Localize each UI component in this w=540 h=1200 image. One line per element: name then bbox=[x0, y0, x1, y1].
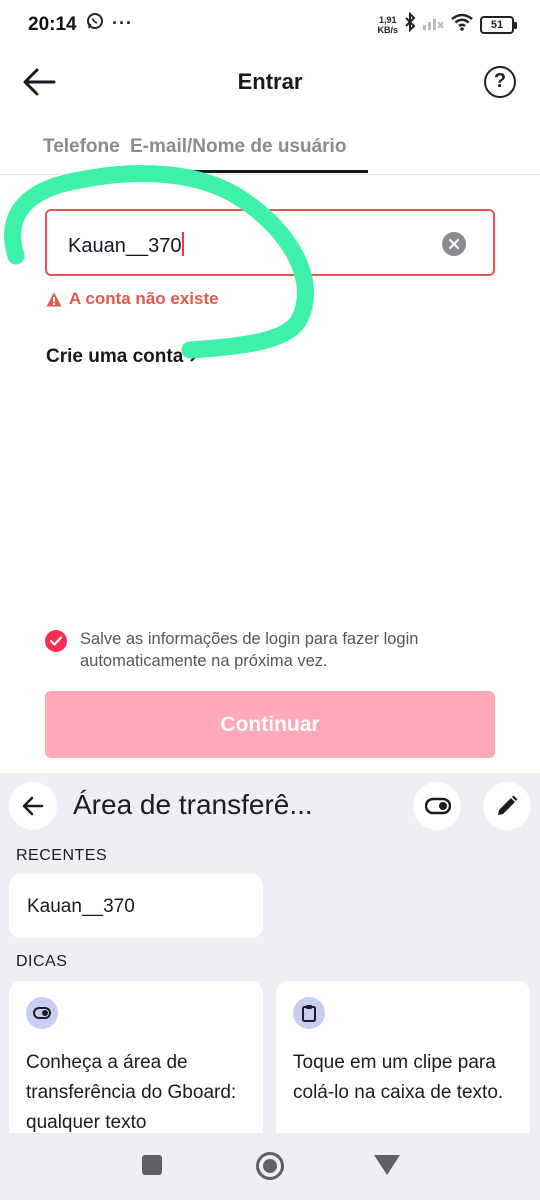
clear-input-button[interactable] bbox=[442, 232, 466, 256]
home-button[interactable] bbox=[256, 1152, 284, 1180]
tab-email-username[interactable]: E-mail/Nome de usuário bbox=[130, 136, 346, 158]
error-message: A conta não existe bbox=[46, 289, 219, 309]
error-text: A conta não existe bbox=[69, 289, 219, 308]
chevron-right-icon bbox=[189, 348, 199, 362]
username-value: Kauan__370 bbox=[68, 235, 182, 257]
clipboard-icon bbox=[302, 1005, 316, 1022]
clipboard-toggle-button[interactable] bbox=[413, 782, 461, 830]
text-caret bbox=[182, 232, 185, 256]
system-nav-bar bbox=[0, 1133, 540, 1200]
clipboard-title: Área de transferê... bbox=[73, 789, 313, 820]
keyboard-clipboard-panel: Área de transferê... RECENTES Kauan__370… bbox=[0, 773, 540, 1141]
check-icon bbox=[50, 636, 62, 646]
pencil-icon bbox=[498, 795, 518, 815]
battery-icon: 51 bbox=[480, 15, 517, 34]
clipboard-toolbar: Área de transferê... bbox=[0, 773, 540, 839]
whatsapp-icon bbox=[86, 12, 104, 35]
app-header: Entrar ? bbox=[0, 56, 540, 108]
close-icon bbox=[448, 238, 460, 250]
help-button[interactable]: ? bbox=[484, 66, 516, 98]
status-time: 20:14 bbox=[28, 14, 77, 35]
tip-card-clipboard-intro[interactable]: Conheça a área de transferência do Gboar… bbox=[9, 981, 263, 1141]
create-account-link[interactable]: Crie uma conta bbox=[46, 346, 199, 368]
tip-text: Toque em um clipe para colá-lo na caixa … bbox=[293, 1052, 504, 1103]
back-triangle-button[interactable] bbox=[374, 1155, 400, 1175]
login-method-tabs: Telefone E-mail/Nome de usuário bbox=[0, 128, 540, 175]
warning-icon bbox=[46, 292, 62, 306]
more-notifications: ··· bbox=[112, 13, 133, 33]
save-login-text: Salve as informações de login para fazer… bbox=[80, 630, 419, 670]
network-speed: 1,91 KB/s bbox=[377, 14, 398, 35]
wifi-icon bbox=[450, 13, 474, 36]
save-login-checkbox[interactable] bbox=[45, 630, 67, 652]
arrow-left-icon bbox=[22, 796, 44, 816]
toggle-icon bbox=[425, 797, 451, 815]
tips-section-label: DICAS bbox=[16, 953, 68, 970]
tip-card-paste[interactable]: Toque em um clipe para colá-lo na caixa … bbox=[276, 981, 530, 1141]
status-bar: 20:14 ··· 1,91 KB/s 51 bbox=[0, 0, 540, 50]
active-tab-indicator bbox=[130, 170, 368, 173]
signal-icon bbox=[422, 13, 444, 36]
recent-apps-button[interactable] bbox=[142, 1155, 162, 1175]
username-input[interactable]: Kauan__370 bbox=[45, 209, 495, 276]
bluetooth-icon bbox=[404, 11, 416, 37]
clipboard-back-button[interactable] bbox=[9, 782, 57, 830]
toggle-icon bbox=[33, 1007, 51, 1019]
tip-text: Conheça a área de transferência do Gboar… bbox=[26, 1052, 237, 1133]
clipboard-item[interactable]: Kauan__370 bbox=[9, 874, 263, 938]
page-title: Entrar bbox=[237, 69, 303, 94]
recent-section-label: RECENTES bbox=[16, 847, 108, 864]
clipboard-item-text: Kauan__370 bbox=[27, 896, 135, 917]
continue-button[interactable]: Continuar bbox=[45, 691, 495, 758]
tab-phone[interactable]: Telefone bbox=[43, 136, 120, 158]
clipboard-edit-button[interactable] bbox=[483, 782, 531, 830]
